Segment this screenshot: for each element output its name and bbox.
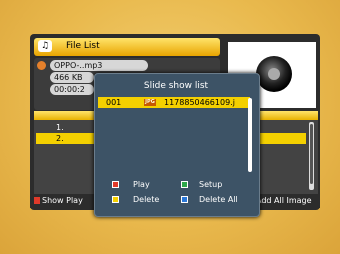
dialog-scrollbar[interactable] (248, 98, 252, 172)
play-button[interactable]: Play (133, 180, 150, 189)
slide-file-name: 1178850466109.j (164, 98, 235, 107)
green-key-icon (181, 181, 188, 188)
setup-button[interactable]: Setup (199, 180, 222, 189)
add-all-image-hint[interactable]: Add All Image (256, 196, 312, 205)
file-name-field: OPPO-..mp3 (50, 60, 148, 71)
dialog-title: Slide show list (143, 81, 209, 91)
slide-list-item[interactable]: 001 JPG 1178850466109.j (98, 97, 250, 108)
red-key-icon (34, 197, 40, 204)
play-time-field: 00:00:2 (50, 84, 94, 95)
list-scroll-thumb[interactable] (310, 124, 313, 184)
speaker-center (268, 68, 280, 80)
yellow-key-icon (112, 196, 119, 203)
blue-key-icon (181, 196, 188, 203)
slide-index: 001 (106, 98, 122, 107)
delete-button[interactable]: Delete (133, 195, 159, 204)
play-arrow-icon (37, 61, 46, 70)
music-note-icon: ♫ (38, 40, 52, 52)
red-key-icon (112, 181, 119, 188)
delete-all-button[interactable]: Delete All (199, 195, 238, 204)
show-play-hint[interactable]: Show Play (34, 196, 83, 205)
panel-title: File List (66, 41, 100, 51)
header-bar (34, 38, 220, 56)
jpg-icon: JPG (144, 99, 156, 106)
file-size-field: 466 KB (50, 72, 94, 83)
